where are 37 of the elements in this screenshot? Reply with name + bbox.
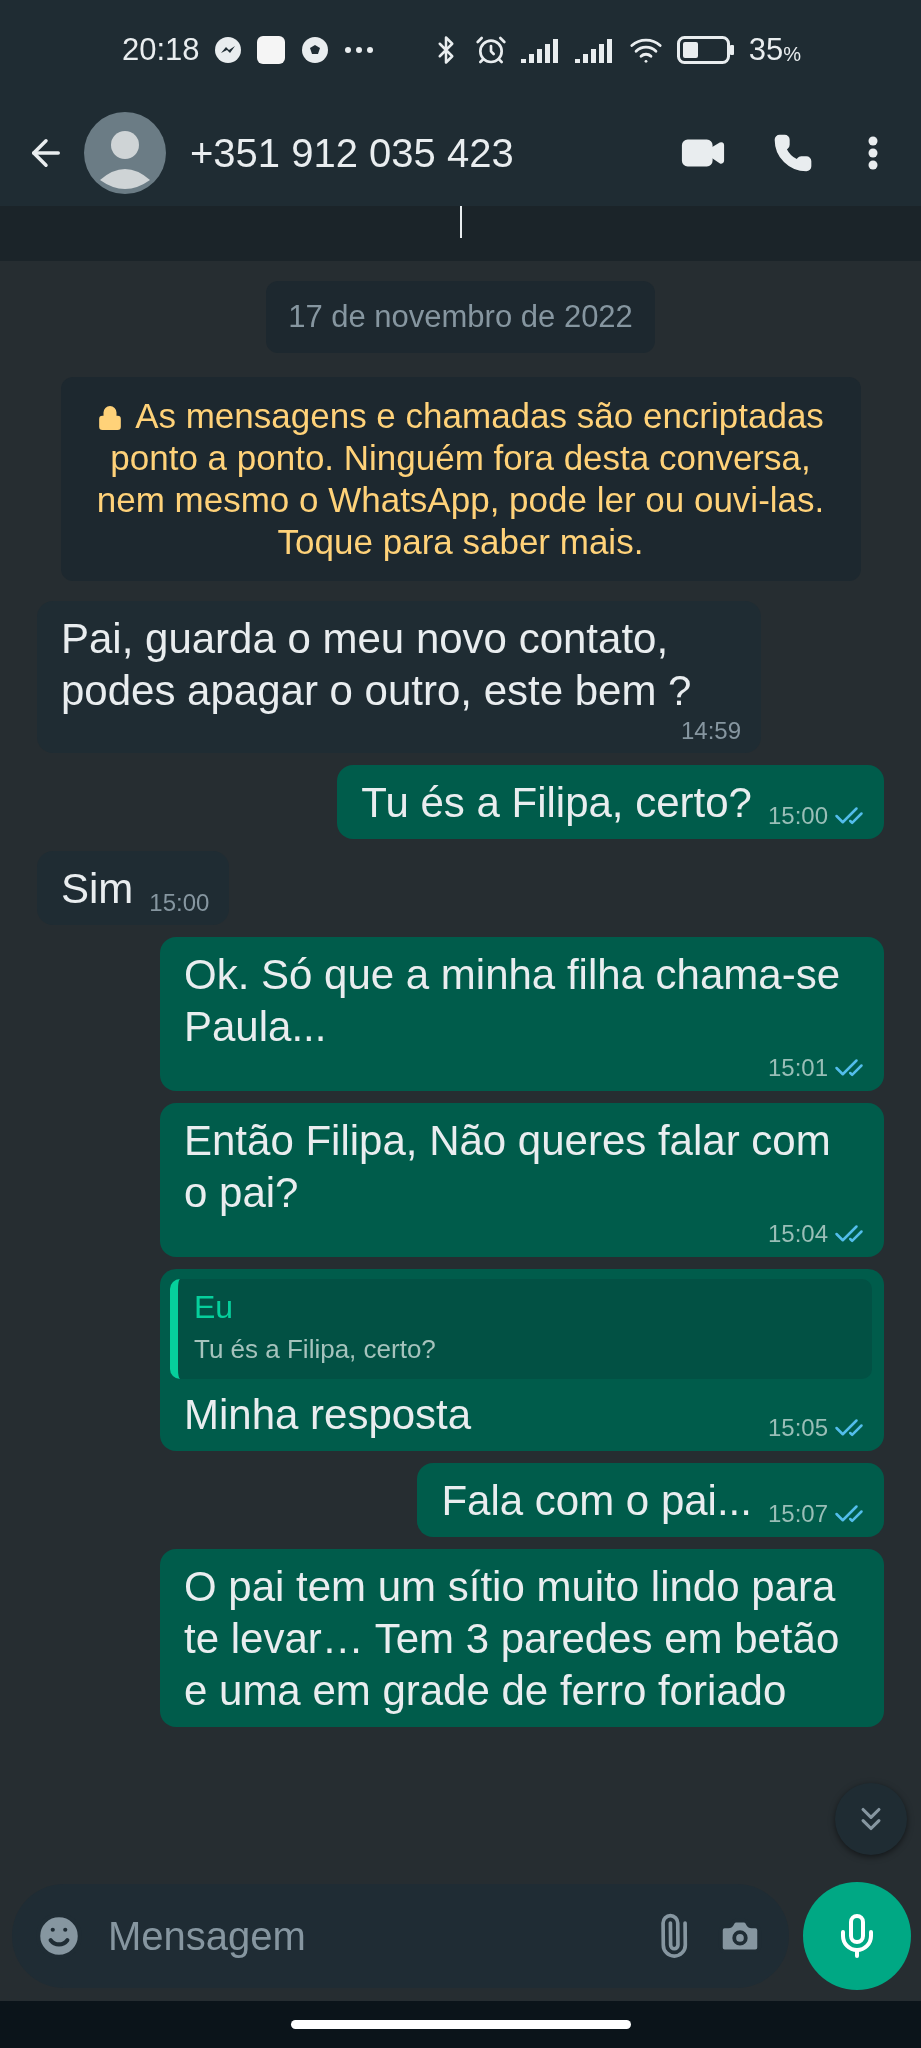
message-text: Pai, guarda o meu novo contato, podes apagar o outro, este bem ?: [61, 614, 693, 716]
message-time: 15:00: [149, 889, 210, 917]
quoted-message[interactable]: Eu Tu és a Filipa, certo?: [170, 1279, 872, 1379]
signal-icon: [574, 37, 615, 63]
message-time: 15:00: [767, 802, 828, 830]
lock-icon: [97, 405, 124, 431]
scroll-down-button[interactable]: [835, 1783, 907, 1855]
ball-icon: [299, 35, 330, 65]
battery-icon: [676, 36, 735, 64]
date-chip: 17 de novembro de 2022: [266, 281, 655, 353]
message-text: O pai tem um sítio muito lindo para te levar… Tem 3 paredes em betão e uma em grade de ferro foriado: [184, 1562, 841, 1716]
message-field[interactable]: Mensagem: [12, 1884, 789, 1988]
app-icon: [255, 35, 286, 65]
battery-percent: 35: [748, 32, 784, 68]
message-time: 15:07: [767, 1500, 828, 1528]
message-text: Sim: [61, 864, 134, 914]
message-time: 15:01: [767, 1054, 828, 1082]
menu-icon: [868, 136, 878, 170]
message-text: Tu és a Filipa, certo?: [361, 778, 752, 828]
phone-icon: [773, 133, 813, 173]
message-text: Ok. Só que a minha filha chama-se Paula...: [184, 950, 841, 1052]
messenger-icon: [213, 36, 242, 64]
quote-author: Eu: [194, 1289, 235, 1326]
status-time: 20:18: [122, 32, 200, 68]
signal-icon: [520, 37, 561, 63]
message-time: 15:04: [767, 1220, 828, 1248]
more-icon: [343, 46, 374, 54]
message-text: Então Filipa, Não queres falar com o pai?: [184, 1116, 832, 1218]
quote-text: Tu és a Filipa, certo?: [194, 1334, 437, 1365]
message-time: 14:59: [680, 717, 741, 745]
message-time: 15:05: [767, 1414, 828, 1442]
message-text: Fala com o pai...: [441, 1476, 752, 1526]
avatar[interactable]: [84, 112, 166, 194]
alarm-icon: [474, 34, 507, 66]
encryption-notice[interactable]: As mensagens e chamadas são encriptadas ponto a ponto. Ninguém fora desta conversa, nem mesmo o WhatsApp, pode ler ou ouvi-las. Toque para saber mais.: [60, 377, 861, 581]
message-text: Minha resposta: [184, 1390, 472, 1440]
battery-unit: %: [783, 43, 801, 66]
